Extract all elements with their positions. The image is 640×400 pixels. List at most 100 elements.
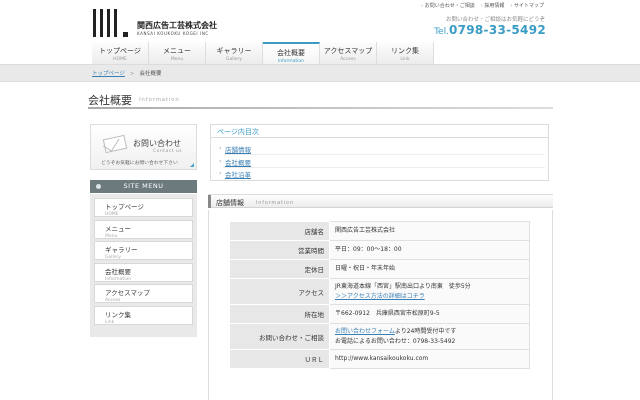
- divider: [223, 154, 545, 155]
- page-title-en: Information: [139, 97, 180, 103]
- site-menu-item-home[interactable]: トップページ HOME: [94, 198, 193, 217]
- nav-gallery[interactable]: ギャラリー Gallery: [206, 42, 263, 64]
- row-label: お問い合わせ・ご相談: [229, 323, 330, 350]
- global-nav: トップページ HOME メニュー Menu ギャラリー Gallery 会社概要 Inf…: [92, 42, 434, 64]
- site-menu-label: メニュー: [105, 224, 131, 233]
- table-row: 定休日 日曜・祝日・年末年始: [229, 259, 530, 279]
- table-row: 店舗名 関西広告工芸株式会社: [229, 221, 530, 241]
- nav-label: 会社概要: [277, 49, 305, 57]
- site-menu-item-access[interactable]: アクセスマップ Access: [94, 284, 193, 303]
- breadcrumb-current: 会社概要: [139, 71, 162, 77]
- nav-sublabel: HOME: [113, 57, 127, 62]
- nav-link[interactable]: リンク集 Link: [377, 42, 434, 64]
- site-menu-item-information[interactable]: 会社概要 Information: [94, 262, 193, 282]
- site-menu-item-menu[interactable]: メニュー Menu: [94, 219, 193, 239]
- inquiry-phone: お電話によるお問い合わせ：0798-33-5492: [335, 337, 456, 345]
- title-divider: [88, 107, 553, 109]
- section-title: 店舗情報: [216, 199, 244, 207]
- site-menu-label: アクセスマップ: [105, 289, 150, 297]
- site-menu-sublabel: Link: [105, 319, 115, 325]
- breadcrumb-separator: >: [129, 71, 135, 77]
- breadcrumb: トップページ > 会社概要: [92, 69, 162, 77]
- nav-information[interactable]: 会社概要 Information: [263, 42, 320, 64]
- divider: [211, 137, 548, 138]
- inquiry-form-link[interactable]: お問い合わせフォーム: [335, 328, 395, 335]
- top-link-sitemap[interactable]: サイトマップ: [510, 2, 544, 9]
- site-menu-label: ギャラリー: [105, 246, 138, 254]
- nav-sublabel: Link: [400, 57, 410, 62]
- nav-label: ギャラリー: [216, 47, 252, 55]
- site-menu-label: リンク集: [105, 310, 131, 319]
- nav-access[interactable]: アクセスマップ Access: [320, 42, 377, 64]
- inquiry-title: お問い合わせ: [133, 139, 181, 148]
- company-name: 関西広告工芸株式会社: [137, 21, 217, 30]
- logo-mark: [114, 9, 117, 37]
- nav-home[interactable]: トップページ HOME: [92, 42, 149, 64]
- heading-mark: [208, 195, 211, 208]
- access-text: JR東海道本線「西宮」駅南出口より南東 徒歩5分: [335, 282, 471, 290]
- section-heading-store-info: 店舗情報 Information: [208, 194, 553, 208]
- row-label: アクセス: [229, 278, 330, 305]
- top-links: お問い合わせ・ご相談 採用情報 サイトマップ: [421, 2, 544, 9]
- site-menu-label: トップページ: [105, 203, 144, 211]
- page-contents: ページ内目次 店舗情報 会社概要 会社沿革: [210, 124, 549, 181]
- row-label: ＵＲＬ: [229, 349, 330, 369]
- company-name-en: KANSAI KOUKOKU KOGEI INC: [137, 31, 209, 36]
- row-value: 関西広告工芸株式会社: [329, 221, 530, 241]
- toc-link-store-info[interactable]: 店舗情報: [219, 144, 251, 154]
- access-detail-link[interactable]: ＞＞アクセス方法の詳細はコチラ: [335, 292, 529, 302]
- row-value: JR東海道本線「西宮」駅南出口より南東 徒歩5分 ＞＞アクセス方法の詳細はコチラ: [329, 278, 530, 305]
- company-logo[interactable]: [92, 9, 128, 39]
- nav-sublabel: Gallery: [225, 57, 243, 62]
- contact-note: お問い合わせ・ご相談はお気軽にどうぞ: [445, 17, 545, 23]
- divider: [223, 167, 545, 168]
- envelope-icon: [102, 134, 128, 154]
- toc-link-company[interactable]: 会社概要: [219, 157, 251, 167]
- row-value: 日曜・祝日・年末年始: [329, 259, 530, 279]
- top-link-contact[interactable]: お問い合わせ・ご相談: [421, 2, 475, 9]
- nav-label: リンク集: [391, 47, 419, 55]
- section-subtitle: Information: [256, 200, 294, 206]
- corner-arrow-icon: [190, 163, 194, 167]
- site-menu-heading: SITE MENU: [90, 180, 197, 193]
- toc-link-history[interactable]: 会社沿革: [219, 169, 251, 179]
- inquiry-form-text: より24時間受付中です: [394, 327, 457, 335]
- row-value: http://www.kansaikoukoku.com: [329, 349, 530, 369]
- row-value: お問い合わせフォームより24時間受付中です お電話によるお問い合わせ：0798-…: [329, 323, 530, 350]
- row-label: 定休日: [229, 259, 330, 279]
- page-title: 会社概要: [88, 94, 132, 107]
- row-label: 店舗名: [229, 221, 330, 241]
- site-menu-sublabel: Menu: [105, 233, 118, 239]
- inquiry-banner[interactable]: お問い合わせ Contact us どうぞお気軽にお問い合わせ下さい: [90, 124, 197, 170]
- nav-menu[interactable]: メニュー Menu: [149, 42, 206, 64]
- top-link-recruit[interactable]: 採用情報: [481, 2, 504, 9]
- logo-mark: [100, 9, 103, 37]
- row-value: 〒662-0912 兵庫県西宮市松原町9-5: [329, 304, 530, 324]
- tel-value: 0798-33-5492: [448, 23, 546, 37]
- breadcrumb-home[interactable]: トップページ: [92, 71, 125, 77]
- row-label: 所在地: [229, 304, 330, 324]
- nav-sublabel: Access: [340, 57, 356, 62]
- site-menu-label: 会社概要: [105, 267, 131, 276]
- inquiry-text: お問い合わせフォームより24時間受付中です: [335, 327, 529, 337]
- row-label: 営業時間: [229, 240, 330, 260]
- inquiry-note: どうぞお気軽にお問い合わせ下さい: [101, 161, 178, 166]
- tel-label: Tel.: [434, 27, 449, 37]
- logo-dot: [123, 32, 128, 37]
- nav-label: トップページ: [99, 47, 141, 55]
- phone-number: Tel.0798-33-5492: [434, 23, 546, 37]
- table-row: アクセス JR東海道本線「西宮」駅南出口より南東 徒歩5分 ＞＞アクセス方法の詳…: [229, 278, 530, 305]
- site-menu: トップページ HOME メニュー Menu ギャラリー Gallery 会社概要 Inf…: [90, 194, 197, 337]
- logo-mark: [107, 9, 110, 37]
- site-menu-title: SITE MENU: [123, 182, 164, 190]
- site-menu-item-gallery[interactable]: ギャラリー Gallery: [94, 241, 193, 260]
- site-menu-item-link[interactable]: リンク集 Link: [94, 305, 193, 325]
- site-menu-sublabel: Gallery: [105, 255, 122, 260]
- site-menu-sublabel: HOME: [105, 212, 119, 217]
- logo-mark: [93, 9, 96, 37]
- nav-label: メニュー: [163, 47, 191, 55]
- table-row: ＵＲＬ http://www.kansaikoukoku.com: [229, 349, 530, 369]
- table-row: 営業時間 平日：09：00〜18：00: [229, 240, 530, 260]
- row-value: 平日：09：00〜18：00: [329, 240, 530, 260]
- table-row: お問い合わせ・ご相談 お問い合わせフォームより24時間受付中です お電話によるお…: [229, 323, 530, 350]
